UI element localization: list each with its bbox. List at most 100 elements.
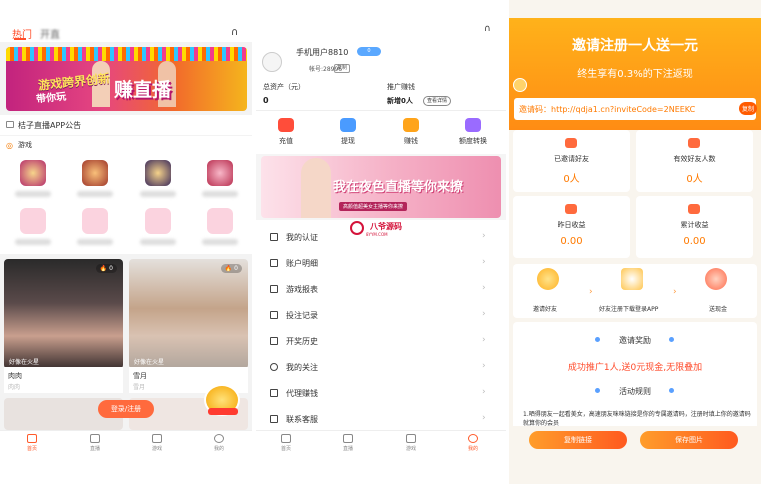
tab-live[interactable]: 直播 (75, 434, 115, 452)
game-icon-1[interactable] (20, 160, 46, 186)
user-icon (688, 138, 700, 148)
promo-badge-ribbon (208, 408, 238, 415)
live-card-info-1: 肉肉 肉肉 (4, 367, 123, 393)
home-screen: 热门 开直 ∩ 游戏跨界创新 带你玩 赚直播 桔子直播APP公告 ◎ 游戏 🔥 … (0, 0, 252, 484)
recharge-button[interactable]: 充值 (266, 118, 306, 146)
game-icon-3[interactable] (145, 160, 171, 186)
announcement-bar[interactable]: 桔子直播APP公告 (0, 115, 252, 135)
divider (256, 110, 506, 111)
tab-label: 游戏 (151, 446, 162, 452)
streamer-name: 肉肉 (8, 372, 22, 380)
profile-banner[interactable]: 我在夜色直播等你来撩 高颜值超美女主播等你来撩 (261, 156, 501, 218)
hand-coin-icon (688, 204, 700, 214)
menu-item-account-details[interactable]: 账户明细 › (256, 250, 506, 276)
heart-icon (270, 363, 278, 371)
banner-slogan-2: 带你玩 (35, 91, 67, 106)
copy-code-button[interactable]: 复制 (739, 102, 758, 115)
tab-games[interactable]: 游戏 (137, 434, 177, 452)
tab-mine[interactable]: 我的 (199, 434, 239, 452)
live-card-1[interactable]: 🔥 0 好像在火星 (4, 259, 123, 369)
stat-value: 0.00 (683, 236, 706, 247)
earn-button[interactable]: 赚钱 (391, 118, 431, 146)
watermark-logo: 八爷源码 8YYM.COM (346, 221, 408, 241)
tab-active-indicator (14, 38, 26, 40)
copy-link-button[interactable]: 复制链接 (529, 431, 627, 449)
stat-value: 0人 (686, 174, 703, 185)
video-icon (343, 434, 353, 443)
arrow-right-icon: › (589, 287, 593, 297)
menu-item-customer-service[interactable]: 联系客服 › (256, 406, 506, 432)
invite-screen: 邀请注册一人送一元 终生享有0.3%的下注返现 邀请码：http://qdja1… (509, 0, 761, 484)
menu-label: 我的关注 (286, 363, 318, 372)
game-label-5 (15, 239, 51, 245)
notice-icon (6, 121, 14, 128)
menu-label: 游戏报表 (286, 285, 318, 294)
headset-icon[interactable]: ∩ (484, 24, 491, 34)
promo-badge-icon[interactable] (204, 384, 240, 416)
chevron-right-icon: › (482, 231, 486, 241)
game-label-3 (140, 191, 176, 197)
top-bar (0, 0, 252, 42)
menu-item-lottery-history[interactable]: 开奖历史 › (256, 328, 506, 354)
step-label-3: 送现金 (709, 306, 728, 313)
streamer-sub: 雪月 (133, 384, 146, 391)
username: 手机用户8810 (296, 48, 349, 57)
view-details-button[interactable]: 查看详情 (423, 96, 452, 106)
menu-item-agent-earn[interactable]: 代理赚钱 › (256, 380, 506, 406)
invite-subtitle: 终生享有0.3%的下注返现 (577, 69, 693, 80)
game-icon-7[interactable] (145, 208, 171, 234)
tab-games[interactable]: 游戏 (391, 434, 431, 452)
tab-home[interactable]: 首页 (266, 434, 306, 452)
menu-item-following[interactable]: 我的关注 › (256, 354, 506, 380)
stat-invited: 已邀请好友 0人 (513, 130, 630, 192)
menu-item-bet-records[interactable]: 投注记录 › (256, 302, 506, 328)
action-label: 提现 (341, 137, 355, 145)
exchange-button[interactable]: 额度转换 (453, 118, 493, 146)
video-icon (90, 434, 100, 443)
menu-lines-icon (270, 337, 278, 345)
money-icon (403, 118, 419, 132)
grid-icon (270, 285, 278, 293)
tab-live[interactable]: 直播 (328, 434, 368, 452)
shield-icon (270, 233, 278, 241)
save-image-button[interactable]: 保存图片 (640, 431, 738, 449)
game-icon-6[interactable] (82, 208, 108, 234)
card-icon (340, 118, 356, 132)
streamer-name: 雪月 (133, 372, 147, 380)
watermark-text: 八爷源码 (370, 222, 402, 231)
game-label-8 (202, 239, 238, 245)
promo-earn-label: 推广赚钱 (387, 83, 415, 91)
tab-mine[interactable]: 我的 (453, 434, 493, 452)
headset-icon[interactable]: ∩ (231, 27, 238, 38)
menu-item-game-report[interactable]: 游戏报表 › (256, 276, 506, 302)
game-icon-4[interactable] (207, 160, 233, 186)
stat-total: 累计收益 0.00 (636, 196, 753, 258)
menu-label: 代理赚钱 (286, 389, 318, 398)
avatar[interactable] (262, 52, 282, 72)
game-icon-2[interactable] (82, 160, 108, 186)
banner-model (301, 158, 331, 218)
game-icon-5[interactable] (20, 208, 46, 234)
watermark-circle-icon (350, 221, 364, 235)
service-icon (270, 415, 278, 423)
vip-badge: 0 (357, 47, 381, 56)
live-card-photo (4, 259, 123, 369)
money-bag-icon (565, 204, 577, 214)
copy-id-button[interactable]: 复制 (334, 64, 351, 73)
login-register-button[interactable]: 登录/注册 (98, 400, 154, 418)
withdraw-button[interactable]: 提现 (328, 118, 368, 146)
home-banner[interactable]: 游戏跨界创新 带你玩 赚直播 (6, 47, 247, 111)
step-label-1: 邀请好友 (533, 306, 558, 313)
game-icon-8[interactable] (207, 208, 233, 234)
invite-title: 邀请注册一人送一元 (572, 38, 698, 54)
game-label-6 (77, 239, 113, 245)
tab-home[interactable]: 首页 (12, 434, 52, 452)
tab-label: 直播 (342, 446, 353, 452)
live-card-caption: 好像在火星 (134, 359, 165, 366)
chevron-right-icon: › (482, 387, 486, 397)
tab-other[interactable]: 开直 (40, 26, 60, 41)
total-assets-value: 0 (263, 96, 269, 105)
menu-label: 联系客服 (286, 415, 318, 424)
invite-code-bar[interactable]: 邀请码：http://qdja1.cn?inviteCode=2NEEKC 复制 (514, 98, 758, 120)
live-card-2[interactable]: 🔥 0 好像在火星 (129, 259, 248, 369)
